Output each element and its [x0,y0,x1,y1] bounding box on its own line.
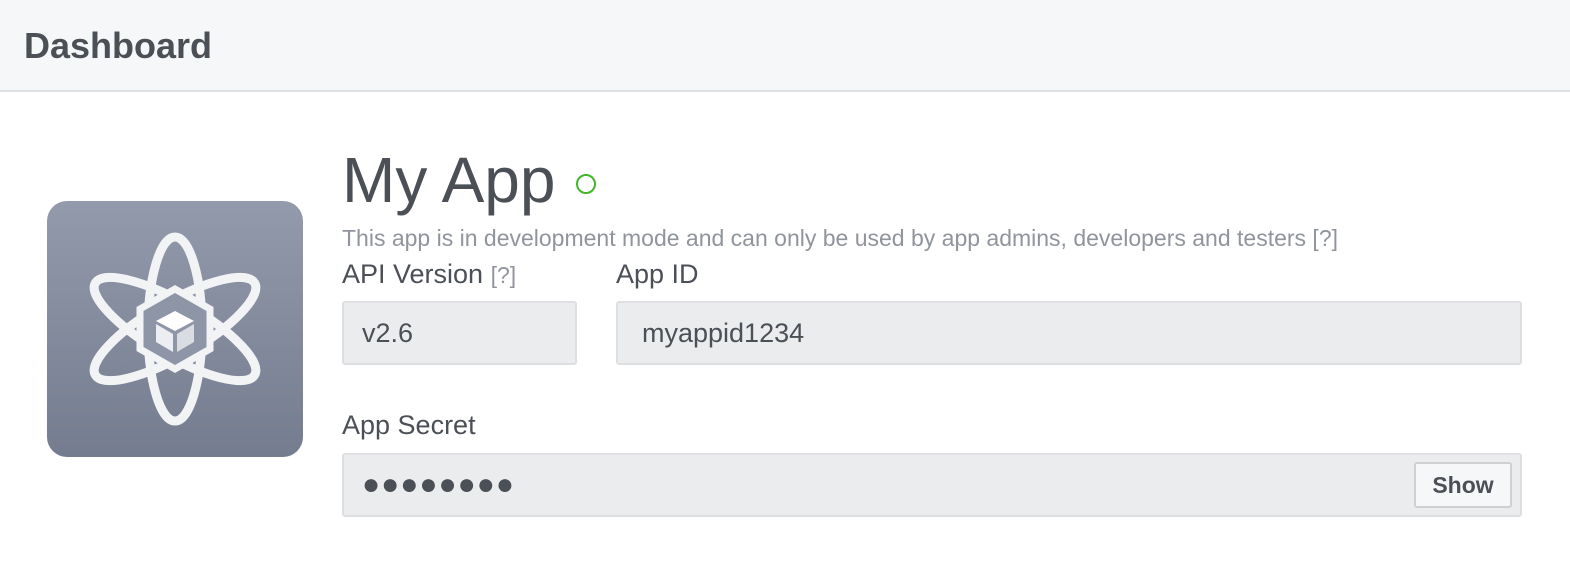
page-title: Dashboard [24,25,213,66]
api-version-label-text: API Version [342,259,484,289]
app-id-value: myappid1234 [642,318,805,348]
api-version-help-link[interactable]: [?] [491,262,517,288]
api-version-value: v2.6 [362,318,414,348]
top-bar: Dashboard [0,0,1570,92]
app-id-field[interactable]: myappid1234 [616,301,1522,365]
app-id-label: App ID [616,259,699,289]
api-version-label: API Version [?] [342,257,516,292]
app-name-row: My App [342,140,596,220]
app-secret-value: ●●●●●●●● [362,468,515,501]
development-mode-note[interactable]: This app is in development mode and can … [342,223,1338,253]
atom-cube-icon [47,201,303,457]
status-circle-icon [575,174,596,194]
app-name: My App [342,144,556,216]
api-version-field[interactable]: v2.6 [342,301,577,365]
app-secret-label: App Secret [342,410,476,440]
app-secret-field[interactable]: ●●●●●●●● Show [342,453,1522,517]
show-secret-button[interactable]: Show [1414,462,1512,508]
